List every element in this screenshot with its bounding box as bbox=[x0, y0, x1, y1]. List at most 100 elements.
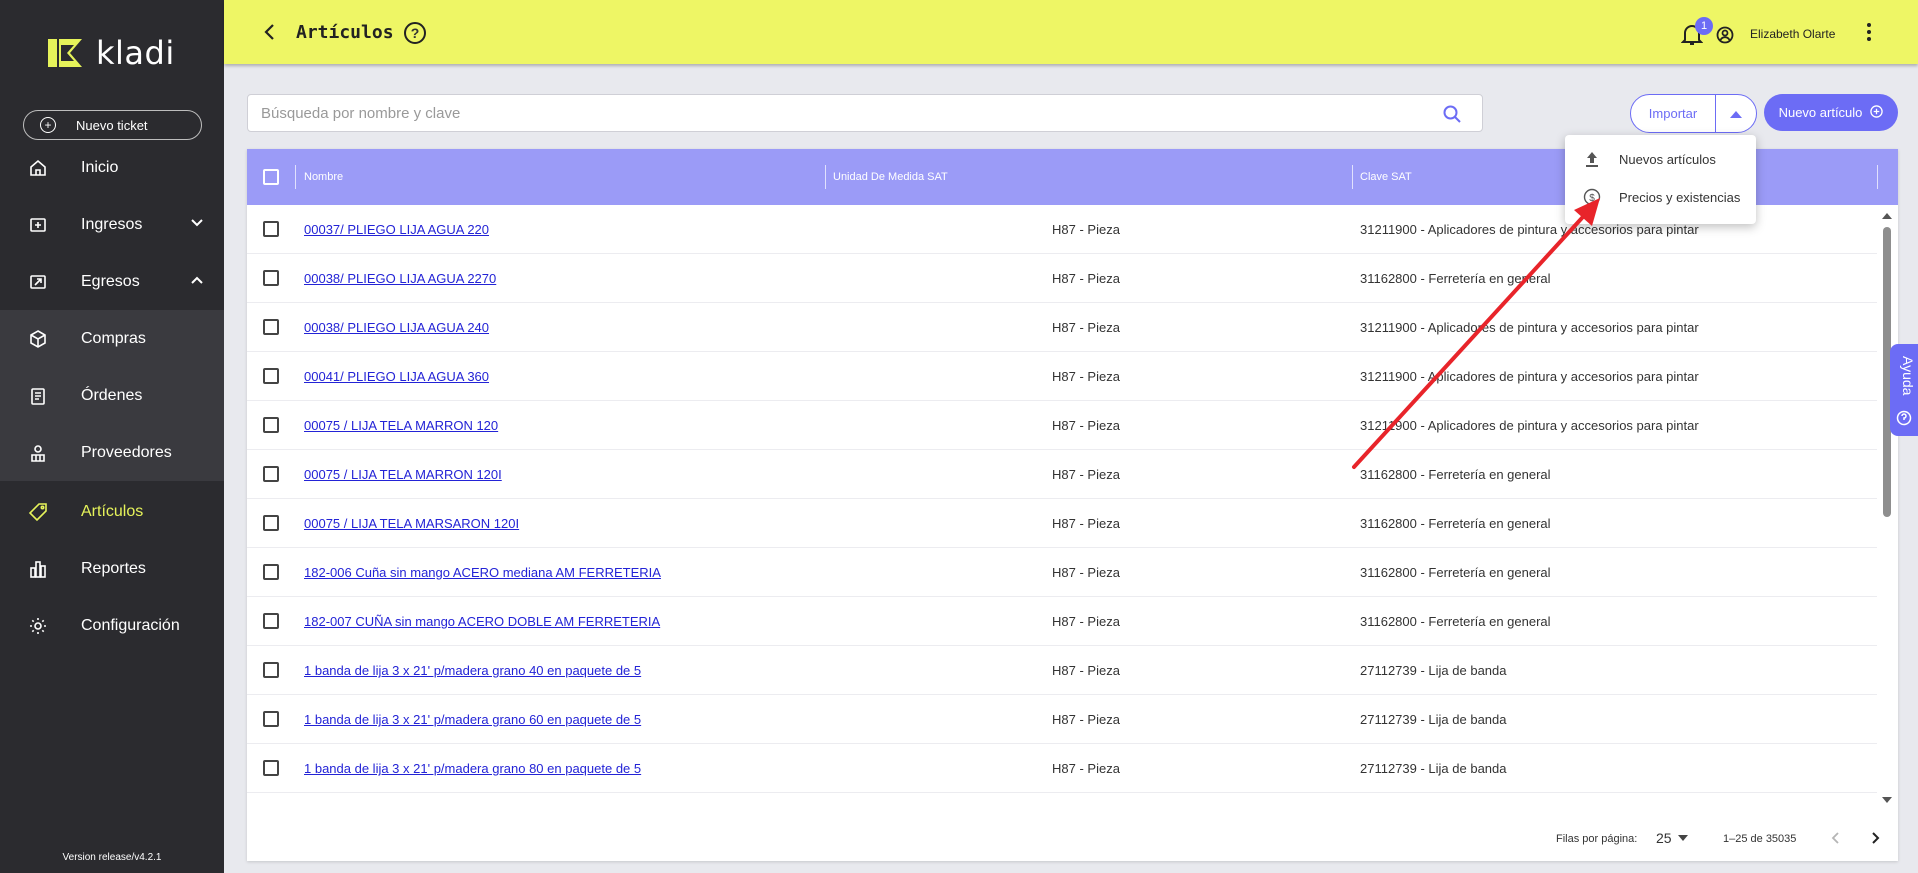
table-row[interactable]: 00041/ PLIEGO LIJA AGUA 360 H87 - Pieza 31… bbox=[247, 352, 1877, 401]
article-name-link[interactable]: 00075 / LIJA TELA MARRON 120 bbox=[304, 418, 498, 433]
more-vertical-icon[interactable] bbox=[1866, 22, 1872, 47]
help-icon[interactable]: ? bbox=[404, 22, 426, 44]
table-row[interactable]: 00075 / LIJA TELA MARRON 120I H87 - Pieza… bbox=[247, 450, 1877, 499]
menu-item-precios-existencias[interactable]: $ Precios y existencias bbox=[1565, 178, 1756, 216]
sidebar-item-label: Configuración bbox=[81, 616, 180, 634]
box-icon bbox=[28, 329, 48, 349]
table-row[interactable]: 1 banda de lija 3 x 21' p/madera grano 8… bbox=[247, 744, 1877, 793]
pagination-range: 1–25 de 35035 bbox=[1723, 833, 1797, 845]
sidebar-item-ordenes[interactable]: Órdenes bbox=[0, 367, 224, 424]
row-checkbox[interactable] bbox=[263, 515, 279, 531]
search-input[interactable] bbox=[248, 95, 1418, 131]
search-icon[interactable] bbox=[1442, 104, 1462, 129]
expense-icon bbox=[28, 272, 48, 292]
brand-name: kladi bbox=[96, 34, 175, 72]
article-name-link[interactable]: 1 banda de lija 3 x 21' p/madera grano 4… bbox=[304, 663, 641, 678]
select-all-checkbox[interactable] bbox=[263, 169, 279, 185]
row-checkbox[interactable] bbox=[263, 417, 279, 433]
user-name[interactable]: Elizabeth Olarte bbox=[1750, 27, 1835, 41]
dollar-circle-icon: $ bbox=[1582, 188, 1602, 206]
user-avatar-icon[interactable] bbox=[1716, 26, 1734, 49]
article-name-link[interactable]: 00038/ PLIEGO LIJA AGUA 2270 bbox=[304, 271, 496, 286]
rows-per-page-value: 25 bbox=[1656, 830, 1672, 846]
help-side-tab[interactable]: Ayuda bbox=[1890, 344, 1918, 436]
row-checkbox[interactable] bbox=[263, 760, 279, 776]
import-button[interactable]: Importar bbox=[1631, 95, 1716, 132]
row-checkbox[interactable] bbox=[263, 466, 279, 482]
sidebar-item-label: Compras bbox=[81, 329, 146, 347]
rows-per-page-select[interactable]: 25 bbox=[1656, 830, 1688, 846]
table-row[interactable]: 182-007 CUÑA sin mango ACERO DOBLE AM FE… bbox=[247, 597, 1877, 646]
import-dropdown-toggle[interactable] bbox=[1716, 95, 1756, 132]
column-divider bbox=[1877, 165, 1878, 189]
sidebar-item-egresos[interactable]: Egresos bbox=[0, 253, 224, 310]
table-row[interactable] bbox=[247, 793, 1877, 805]
version-label: Version release/v4.2.1 bbox=[62, 852, 162, 863]
table-row[interactable]: 1 banda de lija 3 x 21' p/madera grano 4… bbox=[247, 646, 1877, 695]
clave-sat-cell: 31211900 - Aplicadores de pintura y acce… bbox=[1360, 418, 1699, 433]
article-name-link[interactable]: 00075 / LIJA TELA MARSARON 120I bbox=[304, 516, 519, 531]
row-checkbox[interactable] bbox=[263, 613, 279, 629]
sidebar-item-reportes[interactable]: Reportes bbox=[0, 540, 224, 597]
sidebar-item-compras[interactable]: Compras bbox=[0, 310, 224, 367]
unit-cell: H87 - Pieza bbox=[1052, 320, 1120, 335]
article-name-link[interactable]: 00038/ PLIEGO LIJA AGUA 240 bbox=[304, 320, 489, 335]
table-row[interactable]: 182-006 Cuña sin mango ACERO mediana AM … bbox=[247, 548, 1877, 597]
row-checkbox[interactable] bbox=[263, 564, 279, 580]
svg-text:$: $ bbox=[1589, 193, 1595, 204]
sidebar-item-label: Proveedores bbox=[81, 443, 172, 461]
menu-item-nuevos-articulos[interactable]: Nuevos artículos bbox=[1565, 140, 1756, 178]
back-arrow-icon[interactable] bbox=[260, 22, 280, 47]
sidebar-item-label: Inicio bbox=[81, 158, 119, 176]
table-row[interactable]: 00075 / LIJA TELA MARRON 120 H87 - Pieza 3… bbox=[247, 401, 1877, 450]
plus-circle-icon bbox=[1870, 104, 1884, 121]
article-name-link[interactable]: 00075 / LIJA TELA MARRON 120I bbox=[304, 467, 502, 482]
row-checkbox[interactable] bbox=[263, 221, 279, 237]
clave-sat-cell: 31162800 - Ferretería en general bbox=[1360, 614, 1551, 629]
chevron-up-icon[interactable] bbox=[190, 273, 204, 292]
sidebar-item-configuracion[interactable]: Configuración bbox=[0, 597, 224, 654]
sidebar-item-label: Ingresos bbox=[81, 215, 143, 233]
articles-table-card: Nombre Unidad De Medida SAT Clave SAT 00… bbox=[247, 149, 1898, 861]
row-checkbox[interactable] bbox=[263, 711, 279, 727]
previous-page-icon[interactable] bbox=[1829, 831, 1843, 848]
vertical-scrollbar[interactable] bbox=[1879, 205, 1895, 805]
scroll-down-icon bbox=[1882, 797, 1892, 803]
sidebar-item-ingresos[interactable]: Ingresos bbox=[0, 196, 224, 253]
article-name-link[interactable]: 182-007 CUÑA sin mango ACERO DOBLE AM FE… bbox=[304, 614, 660, 629]
column-header-nombre[interactable]: Nombre bbox=[304, 171, 343, 183]
article-name-link[interactable]: 00037/ PLIEGO LIJA AGUA 220 bbox=[304, 222, 489, 237]
unit-cell: H87 - Pieza bbox=[1052, 271, 1120, 286]
import-menu: Nuevos artículos $ Precios y existencias bbox=[1565, 135, 1756, 224]
scroll-up-icon bbox=[1882, 213, 1892, 219]
sidebar-item-articulos[interactable]: Artículos bbox=[0, 483, 224, 540]
unit-cell: H87 - Pieza bbox=[1052, 565, 1120, 580]
table-row[interactable]: 1 banda de lija 3 x 21' p/madera grano 6… bbox=[247, 695, 1877, 744]
article-name-link[interactable]: 1 banda de lija 3 x 21' p/madera grano 6… bbox=[304, 712, 641, 727]
sidebar-item-proveedores[interactable]: Proveedores bbox=[0, 424, 224, 481]
column-divider[interactable] bbox=[825, 165, 826, 189]
row-checkbox[interactable] bbox=[263, 368, 279, 384]
table-row[interactable]: 00075 / LIJA TELA MARSARON 120I H87 - Pie… bbox=[247, 499, 1877, 548]
brand-logo[interactable]: kladi bbox=[48, 34, 175, 72]
article-name-link[interactable]: 1 banda de lija 3 x 21' p/madera grano 8… bbox=[304, 761, 641, 776]
article-name-link[interactable]: 182-006 Cuña sin mango ACERO mediana AM … bbox=[304, 565, 661, 580]
table-row[interactable]: 00038/ PLIEGO LIJA AGUA 2270 H87 - Pieza 3… bbox=[247, 254, 1877, 303]
column-header-clave[interactable]: Clave SAT bbox=[1360, 171, 1412, 183]
clave-sat-cell: 31162800 - Ferretería en general bbox=[1360, 271, 1551, 286]
new-article-button[interactable]: Nuevo artículo bbox=[1764, 94, 1898, 131]
sidebar-item-inicio[interactable]: Inicio bbox=[0, 139, 224, 196]
row-checkbox[interactable] bbox=[263, 270, 279, 286]
new-ticket-button[interactable]: + Nuevo ticket bbox=[23, 110, 202, 140]
row-checkbox[interactable] bbox=[263, 319, 279, 335]
row-checkbox[interactable] bbox=[263, 662, 279, 678]
chevron-down-icon[interactable] bbox=[190, 216, 204, 235]
article-name-link[interactable]: 00041/ PLIEGO LIJA AGUA 360 bbox=[304, 369, 489, 384]
column-header-unidad[interactable]: Unidad De Medida SAT bbox=[833, 171, 948, 183]
table-pagination: Filas por página: 25 1–25 de 35035 bbox=[247, 817, 1898, 861]
table-row[interactable]: 00038/ PLIEGO LIJA AGUA 240 H87 - Pieza 31… bbox=[247, 303, 1877, 352]
notification-badge: 1 bbox=[1695, 17, 1713, 35]
column-divider[interactable] bbox=[1352, 165, 1353, 189]
next-page-icon[interactable] bbox=[1868, 831, 1882, 848]
income-icon bbox=[28, 215, 48, 235]
